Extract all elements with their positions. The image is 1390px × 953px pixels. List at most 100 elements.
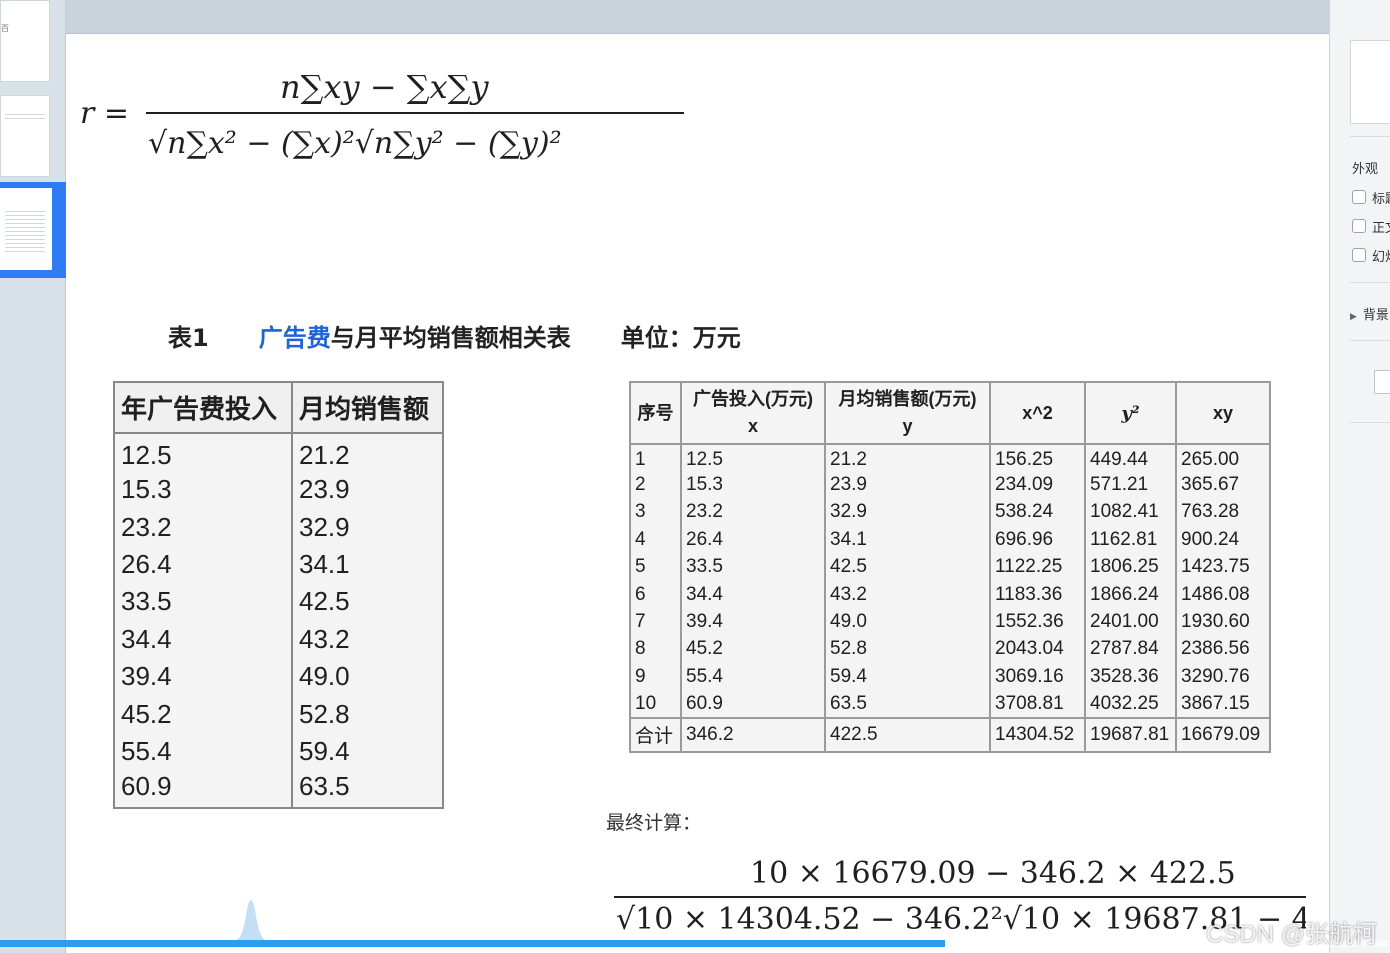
table-row: 26.4 34.1 (113, 545, 444, 584)
checkbox-label: 正文 (1372, 221, 1390, 236)
cell: 2 (629, 471, 682, 499)
table-row: 7 39.4 49.0 1552.36 2401.00 1930.60 (629, 608, 1271, 636)
table-row: 3 23.2 32.9 538.24 1082.41 763.28 (629, 498, 1271, 527)
cell-y: 52.8 (291, 695, 444, 733)
cell-y: 21.2 (291, 433, 444, 471)
table-row: 5 33.5 42.5 1122.25 1806.25 1423.75 (629, 553, 1271, 581)
header-seq: 序号 (629, 381, 682, 445)
cell-x: 45.2 (113, 695, 293, 733)
cell: 42.5 (824, 553, 991, 581)
cell: 23.2 (680, 498, 826, 527)
cell: 7 (629, 608, 682, 636)
cell: 2401.00 (1084, 608, 1177, 636)
divider (1350, 340, 1390, 341)
divider (1350, 282, 1390, 283)
caption-title: 与月平均销售额相关表 (330, 324, 571, 352)
cell: 538.24 (989, 498, 1086, 527)
cell-x: 33.5 (113, 583, 293, 621)
header-y-symbol: y (902, 416, 913, 436)
cell: 4 (629, 526, 682, 554)
cell: 16679.09 (1175, 716, 1271, 753)
calc-denominator: √10 × 14304.52 − 346.2²√10 × 19687.81 − … (616, 902, 1306, 937)
cell-y: 32.9 (291, 508, 444, 546)
table-row: 12.5 21.2 (113, 433, 444, 471)
body-checkbox[interactable]: 正文 (1352, 217, 1390, 236)
header-y-label: 月均销售额(万元) (838, 389, 977, 409)
layout-preview[interactable] (1350, 40, 1390, 124)
video-progress-fill (0, 940, 946, 947)
table-row: 6 34.4 43.2 1183.36 1866.24 1486.08 (629, 580, 1271, 609)
cell: 422.5 (824, 716, 991, 753)
cell: 43.2 (824, 580, 991, 609)
slide-thumbnail-2[interactable] (0, 95, 50, 177)
slide-thumbnail-3[interactable] (0, 188, 52, 270)
cell-x: 60.9 (113, 770, 293, 809)
table-row: 2 15.3 23.9 234.09 571.21 365.67 (629, 471, 1271, 499)
cell: 55.4 (680, 663, 826, 691)
table-row: 15.3 23.9 (113, 471, 444, 509)
cell: 2043.04 (989, 635, 1086, 664)
header-xy: xy (1175, 381, 1271, 445)
fraction-bar (614, 896, 1306, 898)
cell: 3528.36 (1084, 663, 1177, 691)
cell: 5 (629, 553, 682, 581)
pearson-formula: r = n∑xy − ∑x∑y √n∑x² − (∑x)²√n∑y² − (∑y… (80, 62, 700, 182)
header-x-label: 广告投入(万元) (693, 389, 813, 409)
cell: 33.5 (680, 553, 826, 581)
raw-data-table: 年广告费投入 月均销售额 12.5 21.2 15.3 23.9 23.2 32.9 … (113, 381, 444, 809)
table-row: 34.4 43.2 (113, 620, 444, 658)
thumbnail-content (5, 114, 45, 120)
checkbox-label: 标题 (1372, 192, 1390, 207)
cell: 63.5 (824, 690, 991, 718)
cell: 1162.81 (1084, 526, 1177, 554)
header-x: 广告投入(万元) x (680, 381, 826, 445)
header-y: 月均销售额(万元) y (824, 381, 991, 445)
cell: 45.2 (680, 635, 826, 664)
checkbox-box (1352, 248, 1366, 262)
cell: 15.3 (680, 471, 826, 499)
cell: 12.5 (680, 444, 826, 472)
cell: 2386.56 (1175, 635, 1271, 664)
table-row: 55.4 59.4 (113, 732, 444, 771)
cell: 3290.76 (1175, 663, 1271, 691)
cell: 900.24 (1175, 526, 1271, 554)
cell-y: 34.1 (291, 545, 444, 584)
table-row: 9 55.4 59.4 3069.16 3528.36 3290.76 (629, 663, 1271, 691)
thumbnail-text: 百 (1, 24, 9, 33)
cell-x: 23.2 (113, 508, 293, 546)
cell-y: 63.5 (291, 770, 444, 809)
calculation-table: 序号 广告投入(万元) x 月均销售额(万元) y x^2 y² xy 1 12.5 2… (629, 381, 1271, 753)
background-section-toggle[interactable]: ▶ 背景 (1350, 304, 1389, 323)
cell: 52.8 (824, 635, 991, 664)
cell: 23.9 (824, 471, 991, 499)
slide-top-strip (66, 0, 1329, 34)
divider (1350, 422, 1390, 423)
watermark-text: CSDN @张航柯 (1206, 921, 1378, 948)
background-fill-control[interactable] (1374, 370, 1390, 394)
cell: 1082.41 (1084, 498, 1177, 527)
cell: 1552.36 (989, 608, 1086, 636)
slide-number-checkbox[interactable]: 幻灯片编号 (1352, 246, 1390, 265)
cell: 2787.84 (1084, 635, 1177, 664)
final-calc-label: 最终计算： (606, 812, 702, 834)
total-row: 合计 346.2 422.5 14304.52 19687.81 16679.09 (629, 716, 1271, 753)
slide-thumbnail-panel: 百 (0, 0, 66, 953)
cell: 59.4 (824, 663, 991, 691)
formula-numerator: n∑xy − ∑x∑y (280, 68, 489, 106)
cell-y: 42.5 (291, 583, 444, 621)
cell: 9 (629, 663, 682, 691)
slide-thumbnail-1[interactable]: 百 (0, 0, 50, 82)
cell: 1 (629, 444, 682, 472)
title-checkbox[interactable]: 标题 (1352, 188, 1390, 207)
caption-table-no: 表1 (168, 324, 209, 352)
cell-x: 34.4 (113, 620, 293, 658)
cell: 365.67 (1175, 471, 1271, 499)
table-row: 45.2 52.8 (113, 695, 444, 733)
cell: 合计 (629, 716, 682, 753)
cell: 571.21 (1084, 471, 1177, 499)
cell: 10 (629, 690, 682, 718)
cell-x: 26.4 (113, 545, 293, 584)
appearance-section-title: 外观 (1352, 162, 1379, 177)
cell-x: 15.3 (113, 471, 293, 509)
cell-y: 23.9 (291, 471, 444, 509)
